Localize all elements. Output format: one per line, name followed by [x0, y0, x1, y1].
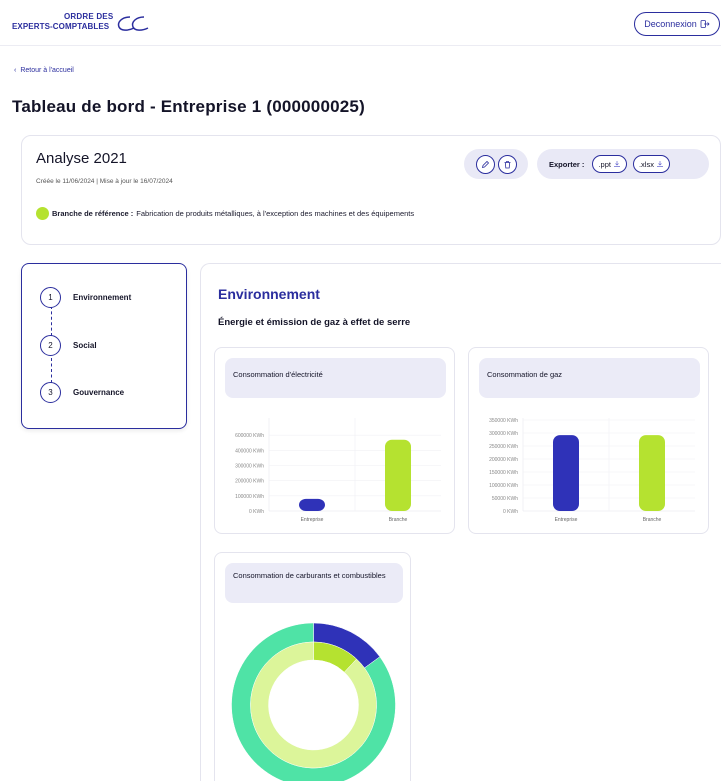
- y-tick-label: 150000 KWh: [489, 470, 518, 476]
- y-tick-label: 0 KWh: [249, 509, 264, 515]
- back-link-label: Retour à l'accueil: [20, 67, 74, 74]
- logo[interactable]: ORDRE DES EXPERTS-COMPTABLES: [12, 12, 162, 36]
- environment-panel: Environnement Énergie et émission de gaz…: [200, 263, 721, 781]
- back-link[interactable]: ‹ Retour à l'accueil: [14, 67, 74, 74]
- edit-button[interactable]: [475, 154, 495, 174]
- y-tick-label: 200000 KWh: [489, 457, 518, 463]
- section-title: Environnement: [218, 286, 320, 302]
- step-label: Social: [73, 341, 97, 350]
- export-xlsx-button[interactable]: .xlsx: [632, 155, 670, 173]
- step-environnement[interactable]: 1 Environnement: [40, 287, 131, 308]
- step-number: 1: [40, 287, 61, 308]
- x-tick-label: Entreprise: [301, 517, 324, 523]
- y-tick-label: 100000 KWh: [235, 494, 264, 500]
- logout-icon: [700, 20, 710, 28]
- step-number: 3: [40, 382, 61, 403]
- export-label: Exporter :: [549, 159, 585, 169]
- step-label: Environnement: [73, 293, 132, 302]
- fuel-donut-chart: [231, 622, 396, 781]
- step-number: 2: [40, 335, 61, 356]
- step-social[interactable]: 2 Social: [40, 335, 97, 356]
- y-tick-label: 300000 KWh: [489, 431, 518, 437]
- x-tick-label: Branche: [643, 517, 662, 523]
- top-bar: ORDRE DES EXPERTS-COMPTABLES Deconnexion: [0, 0, 721, 46]
- logo-mark-icon: [117, 16, 149, 31]
- logout-label: Deconnexion: [644, 19, 697, 29]
- bar-entreprise: [553, 435, 579, 511]
- gas-bar-chart: 0 KWh 50000 KWh 100000 KWh 150000 KWh 200000…: [489, 418, 695, 523]
- page-title: Tableau de bord - Entreprise 1 (00000002…: [12, 97, 365, 116]
- logout-button[interactable]: Deconnexion: [634, 12, 720, 36]
- bar-branche: [385, 439, 411, 511]
- gas-chart-card: Consommation de gaz 0 KWh 50000 KWh 100000…: [468, 347, 709, 534]
- trash-icon: [504, 160, 510, 168]
- export-ppt-button[interactable]: .ppt: [592, 155, 627, 173]
- x-tick-label: Entreprise: [555, 517, 578, 523]
- inner-slice-1: [250, 641, 377, 769]
- step-label: Gouvernance: [73, 388, 125, 397]
- section-stepper: 1 Environnement 2 Social 3 Gouvernance: [21, 263, 187, 429]
- branch-label: Branche de référence :: [52, 209, 134, 218]
- logo-line-1: ORDRE DES: [64, 12, 114, 21]
- step-connector: [51, 358, 52, 383]
- export-ppt-label: .ppt: [598, 159, 611, 169]
- bar-entreprise: [299, 498, 325, 511]
- step-connector: [51, 306, 52, 336]
- analysis-title: Analyse 2021: [36, 150, 127, 167]
- section-subtitle: Énergie et émission de gaz à effet de se…: [218, 317, 411, 328]
- electricity-chart-card: Consommation d'électricité 0 KWh 100000 K…: [214, 347, 455, 534]
- export-bar: Exporter : .ppt .xlsx: [537, 149, 709, 179]
- y-tick-label: 350000 KWh: [489, 418, 518, 424]
- y-tick-label: 200000 KWh: [235, 479, 264, 485]
- reference-branch: Branche de référence : Fabrication de pr…: [36, 207, 414, 220]
- y-tick-label: 600000 KWh: [235, 433, 264, 439]
- chevron-left-icon: ‹: [14, 67, 17, 74]
- logo-line-2: EXPERTS-COMPTABLES: [12, 22, 110, 31]
- x-tick-label: Branche: [389, 517, 408, 523]
- y-tick-label: 250000 KWh: [489, 444, 518, 450]
- pencil-icon: [481, 160, 489, 168]
- download-icon: [613, 161, 620, 167]
- step-gouvernance[interactable]: 3 Gouvernance: [40, 382, 124, 403]
- electricity-bar-chart: 0 KWh 100000 KWh 200000 KWh 300000 KWh 40000…: [235, 418, 441, 523]
- y-tick-label: 400000 KWh: [235, 448, 264, 454]
- export-xlsx-label: .xlsx: [638, 159, 654, 169]
- branch-value: Fabrication de produits métalliques, à l…: [136, 209, 415, 218]
- y-tick-label: 300000 KWh: [235, 464, 264, 470]
- y-tick-label: 100000 KWh: [489, 483, 518, 489]
- bar-branche: [639, 435, 665, 511]
- download-icon: [656, 161, 663, 167]
- y-tick-label: 0 KWh: [503, 509, 518, 515]
- analysis-dates: Créée le 11/06/2024 | Mise à jour le 16/…: [36, 178, 173, 185]
- analysis-card: Analyse 2021 Créée le 11/06/2024 | Mise …: [21, 135, 721, 245]
- delete-button[interactable]: [497, 154, 517, 174]
- fuel-chart-card: Consommation de carburants et combustibl…: [214, 552, 411, 781]
- edit-actions: [464, 149, 528, 179]
- y-tick-label: 50000 KWh: [492, 496, 518, 502]
- branch-color-dot: [36, 207, 49, 220]
